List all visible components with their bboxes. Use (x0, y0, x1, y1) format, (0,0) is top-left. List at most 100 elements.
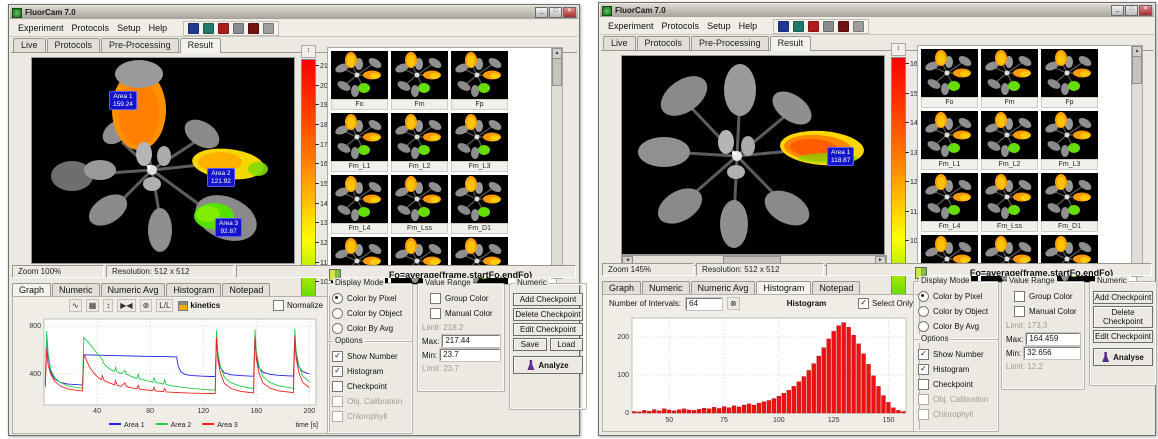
menu-protocols[interactable]: Protocols (658, 20, 704, 32)
thumbnail-scrollbar[interactable]: ▲ ▼ (551, 47, 563, 279)
menu-setup[interactable]: Setup (703, 20, 735, 32)
delete-checkpoint-button[interactable]: Delete Checkpoint (513, 308, 583, 321)
result-tab-graph[interactable]: Graph (602, 281, 641, 294)
close-button[interactable]: ✕ (563, 7, 576, 18)
frame-thumbnail[interactable]: Fp (1041, 49, 1098, 108)
menu-experiment[interactable]: Experiment (604, 20, 658, 32)
frame-thumbnail[interactable]: Fm_Lss (981, 173, 1038, 232)
checkbox-show-number[interactable]: Show Number (328, 349, 412, 364)
toolbar-icon-6[interactable] (853, 21, 864, 32)
curve-icon[interactable]: ∿ (69, 299, 82, 312)
close-button[interactable]: ✕ (1139, 5, 1152, 16)
add-checkpoint-button[interactable]: Add Checkpoint (513, 293, 583, 306)
frame-thumbnail[interactable]: Fm (391, 51, 448, 110)
tab-result[interactable]: Result (770, 36, 812, 51)
minimize-button[interactable]: _ (1111, 5, 1124, 16)
normalize-checkbox[interactable]: Normalize (273, 300, 323, 311)
select-only-checkbox[interactable]: Select Only (858, 298, 913, 309)
area-badge[interactable]: Area 2121.92 (207, 168, 235, 187)
min-input[interactable]: 23.7 (440, 349, 500, 361)
result-tab-notepad[interactable]: Notepad (222, 283, 270, 296)
min-input[interactable]: 32.656 (1024, 347, 1080, 359)
toolbar-icon-2[interactable] (203, 23, 214, 34)
max-input[interactable]: 164.459 (1026, 333, 1080, 345)
load-button[interactable]: Load (550, 338, 583, 351)
toolbar-icon-1[interactable] (188, 23, 199, 34)
frame-thumbnail[interactable]: Fm_L3 (1041, 111, 1098, 170)
frame-thumbnail[interactable]: Fm_L4 (331, 175, 388, 234)
thumbnail-scrollbar[interactable]: ▲ ▼ (1131, 45, 1143, 277)
result-tab-numeric[interactable]: Numeric (52, 283, 100, 296)
intervals-input[interactable]: 64 (686, 298, 722, 310)
checkbox-manual-color[interactable]: Manual Color (1002, 304, 1084, 319)
tab-pre-processing[interactable]: Pre-Processing (101, 38, 179, 52)
radio-color-by-avg[interactable]: Color By Avg (328, 321, 412, 336)
toolbar-icon-4[interactable] (233, 23, 244, 34)
menu-protocols[interactable]: Protocols (68, 22, 114, 34)
radio-color-by-pixel[interactable]: Color by Pixel (914, 289, 998, 304)
radio-color-by-pixel[interactable]: Color by Pixel (328, 291, 412, 306)
scrollbar-thumb[interactable] (1132, 56, 1142, 84)
fit-vertical-icon[interactable]: ↕ (103, 299, 113, 312)
title-bar[interactable]: FluorCam 7.0 _ □ ✕ (10, 6, 578, 19)
result-tab-notepad[interactable]: Notepad (812, 281, 860, 294)
radio-color-by-avg[interactable]: Color By Avg (914, 319, 998, 334)
radio-color-by-object[interactable]: Color by Object (914, 304, 998, 319)
toolbar-icon-3[interactable] (218, 23, 229, 34)
edit-checkpoint-button[interactable]: Edit Checkpoint (513, 323, 583, 336)
tab-protocols[interactable]: Protocols (637, 36, 691, 50)
radio-color-by-object[interactable]: Color by Object (328, 306, 412, 321)
frame-thumbnail[interactable]: Fm_L3 (451, 113, 508, 172)
table-icon[interactable]: ▦ (86, 299, 100, 312)
max-input[interactable]: 217.44 (442, 335, 500, 347)
kinetics-label[interactable]: kinetics (190, 301, 220, 310)
tab-result[interactable]: Result (180, 38, 222, 53)
area-badge[interactable]: Area 392.87 (215, 218, 242, 237)
toolbar-icon-2[interactable] (793, 21, 804, 32)
tab-protocols[interactable]: Protocols (47, 38, 101, 52)
result-tab-numeric[interactable]: Numeric (642, 281, 690, 294)
menu-help[interactable]: Help (735, 20, 762, 32)
checkbox-manual-color[interactable]: Manual Color (418, 306, 504, 321)
delete-checkpoint-button[interactable]: Delete Checkpoint (1093, 306, 1154, 328)
checkbox-histogram[interactable]: Histogram (328, 364, 412, 379)
frame-thumbnail[interactable]: Fm_L1 (331, 113, 388, 172)
checkbox-checkpoint[interactable]: Checkpoint (328, 379, 412, 394)
toolbar-icon-1[interactable] (778, 21, 789, 32)
maximize-button[interactable]: □ (1125, 5, 1138, 16)
area-badge[interactable]: Area 1159.24 (109, 91, 137, 110)
add-checkpoint-button[interactable]: Add Checkpoint (1093, 291, 1154, 304)
frame-thumbnail[interactable]: Fm_L1 (921, 111, 978, 170)
menu-setup[interactable]: Setup (113, 22, 145, 34)
minimize-button[interactable]: _ (535, 7, 548, 18)
tab-live[interactable]: Live (13, 38, 46, 52)
scale-settings-icon[interactable]: ↕ (891, 43, 906, 56)
checkbox-histogram[interactable]: Histogram (914, 362, 998, 377)
checkbox-group-color[interactable]: Group Color (1002, 289, 1084, 304)
toolbar-icon-3[interactable] (808, 21, 819, 32)
play-markers-icon[interactable]: ▶◀ (117, 299, 135, 312)
reset-view-icon[interactable]: ⊗ (140, 299, 153, 312)
frame-thumbnail[interactable]: Fm_L4 (921, 173, 978, 232)
toolbar-icon-5[interactable] (248, 23, 259, 34)
toolbar-icon-4[interactable] (823, 21, 834, 32)
result-tab-numeric-avg[interactable]: Numeric Avg (101, 283, 166, 296)
frame-thumbnail[interactable]: Fp (451, 51, 508, 110)
toolbar-icon-6[interactable] (263, 23, 274, 34)
scrollbar-thumb[interactable] (552, 58, 562, 86)
frame-thumbnail[interactable]: Fm_D1 (451, 175, 508, 234)
linear-log-icon[interactable]: L/L (156, 299, 173, 312)
tab-live[interactable]: Live (603, 36, 636, 50)
frame-thumbnail[interactable]: Fo (921, 49, 978, 108)
result-tab-histogram[interactable]: Histogram (166, 283, 221, 296)
menu-experiment[interactable]: Experiment (14, 22, 68, 34)
frame-thumbnail[interactable]: Fm_Lss (391, 175, 448, 234)
frame-thumbnail[interactable]: Fm_L2 (391, 113, 448, 172)
checkbox-show-number[interactable]: Show Number (914, 347, 998, 362)
frame-thumbnail[interactable]: Fm (981, 49, 1038, 108)
recalculate-icon[interactable]: ⊗ (727, 297, 740, 310)
save-button[interactable]: Save (513, 338, 546, 351)
fluorescence-image[interactable] (31, 57, 295, 264)
result-tab-histogram[interactable]: Histogram (756, 281, 811, 295)
checkbox-group-color[interactable]: Group Color (418, 291, 504, 306)
